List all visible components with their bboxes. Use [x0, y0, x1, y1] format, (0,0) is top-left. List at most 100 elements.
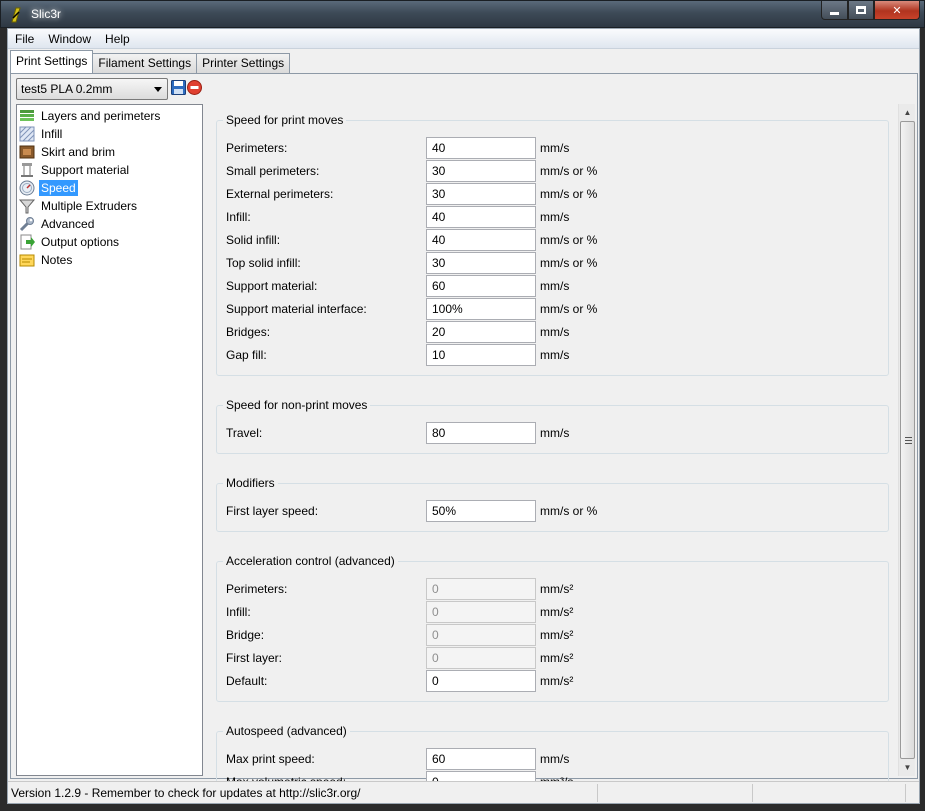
infill-acceleration-input: 0 [426, 601, 536, 623]
chevron-down-icon [154, 87, 162, 92]
scroll-up-button[interactable]: ▲ [899, 104, 916, 121]
external-perimeters-speed-input[interactable]: 30 [426, 183, 536, 205]
tab-print-settings[interactable]: Print Settings [10, 50, 94, 73]
scroll-down-button[interactable]: ▼ [899, 759, 916, 776]
setting-unit: mm/s [540, 348, 570, 362]
output-icon [20, 234, 35, 250]
sidebar-item-skirt[interactable]: Skirt and brim [19, 143, 117, 161]
sidebar-item-extruders[interactable]: Multiple Extruders [19, 197, 139, 215]
minimize-icon [830, 12, 839, 15]
setting-row: Support material interface: 100% mm/s or… [217, 298, 888, 320]
setting-label: First layer speed: [226, 504, 319, 518]
travel-speed-input[interactable]: 80 [426, 422, 536, 444]
funnel-icon [19, 199, 35, 214]
status-divider [905, 784, 906, 802]
save-icon[interactable] [171, 80, 186, 95]
setting-row: Default: 0 mm/s² [217, 670, 888, 692]
setting-label: Top solid infill: [226, 256, 301, 270]
sidebar-item-label: Layers and perimeters [41, 109, 161, 123]
setting-label: Perimeters: [226, 141, 288, 155]
setting-label: Perimeters: [226, 582, 288, 596]
grip-line [905, 440, 912, 441]
perimeter-acceleration-input: 0 [426, 578, 536, 600]
infill-speed-input[interactable]: 40 [426, 206, 536, 228]
setting-unit: mm/s² [540, 628, 574, 642]
status-bar: Version 1.2.9 - Remember to check for up… [8, 781, 919, 803]
bridges-speed-input[interactable]: 20 [426, 321, 536, 343]
perimeters-speed-input[interactable]: 40 [426, 137, 536, 159]
sidebar-item-support[interactable]: Support material [19, 161, 131, 179]
group-title: Autospeed (advanced) [223, 723, 350, 739]
setting-label: First layer: [226, 651, 283, 665]
setting-unit: mm/s² [540, 651, 574, 665]
default-acceleration-input[interactable]: 0 [426, 670, 536, 692]
setting-row: External perimeters: 30 mm/s or % [217, 183, 888, 205]
vertical-scrollbar[interactable]: ▲ ▼ [898, 104, 915, 776]
menu-file[interactable]: File [8, 29, 41, 49]
first-layer-speed-input[interactable]: 50% [426, 500, 536, 522]
setting-label: Solid infill: [226, 233, 281, 247]
setting-row: Infill: 40 mm/s [217, 206, 888, 228]
setting-row: Infill: 0 mm/s² [217, 601, 888, 623]
setting-unit: mm/s² [540, 582, 574, 596]
setting-unit: mm/s or % [540, 233, 598, 247]
sidebar-item-label: Notes [41, 253, 73, 267]
settings-content: Speed for print moves Perimeters: 40 mm/… [207, 104, 916, 802]
skirt-icon [19, 145, 35, 159]
bridge-acceleration-input: 0 [426, 624, 536, 646]
sidebar-item-layers[interactable]: Layers and perimeters [19, 107, 162, 125]
sidebar-item-output[interactable]: Output options [19, 233, 121, 251]
setting-row: Bridge: 0 mm/s² [217, 624, 888, 646]
window-client: File Window Help Print Settings Filament… [7, 28, 920, 804]
minimize-button[interactable] [821, 1, 848, 20]
sidebar-item-label: Multiple Extruders [41, 199, 138, 213]
setting-label: Bridges: [226, 325, 271, 339]
sidebar-item-notes[interactable]: Notes [19, 251, 74, 269]
setting-unit: mm/s or % [540, 256, 598, 270]
group-title: Speed for print moves [223, 112, 347, 128]
gap-fill-speed-input[interactable]: 10 [426, 344, 536, 366]
status-divider [752, 784, 753, 802]
small-perimeters-speed-input[interactable]: 30 [426, 160, 536, 182]
setting-row: Perimeters: 40 mm/s [217, 137, 888, 159]
preset-dropdown[interactable]: test5 PLA 0.2mm [16, 78, 168, 100]
setting-row: First layer: 0 mm/s² [217, 647, 888, 669]
setting-label: Support material: [226, 279, 318, 293]
support-icon [21, 163, 33, 177]
delete-icon[interactable] [187, 80, 202, 95]
menu-window[interactable]: Window [41, 29, 98, 49]
tab-printer-settings[interactable]: Printer Settings [196, 53, 291, 73]
solid-infill-speed-input[interactable]: 40 [426, 229, 536, 251]
settings-tabs: Print Settings Filament Settings Printer… [10, 50, 291, 73]
menu-help[interactable]: Help [98, 29, 137, 49]
tab-filament-settings[interactable]: Filament Settings [92, 53, 198, 73]
setting-label: Max print speed: [226, 752, 315, 766]
max-print-speed-input[interactable]: 60 [426, 748, 536, 770]
setting-unit: mm/s [540, 279, 570, 293]
sidebar-item-label: Support material [41, 163, 130, 177]
sidebar-item-infill[interactable]: Infill [19, 125, 64, 143]
sidebar-item-advanced[interactable]: Advanced [19, 215, 96, 233]
sidebar-item-speed[interactable]: Speed [19, 179, 78, 197]
support-material-speed-input[interactable]: 60 [426, 275, 536, 297]
tab-panel: test5 PLA 0.2mm Layers and perimeters In… [10, 73, 918, 802]
sidebar-item-label: Speed [39, 180, 78, 196]
maximize-button[interactable] [848, 1, 874, 20]
settings-page-list: Layers and perimeters Infill Skirt and b… [16, 104, 203, 776]
title-bar: Slic3r ✕ [0, 0, 925, 28]
close-button[interactable]: ✕ [874, 1, 920, 20]
window-controls: ✕ [821, 1, 920, 21]
scroll-thumb[interactable] [900, 121, 915, 759]
top-solid-infill-speed-input[interactable]: 30 [426, 252, 536, 274]
support-interface-speed-input[interactable]: 100% [426, 298, 536, 320]
setting-label: Small perimeters: [226, 164, 320, 178]
status-divider [597, 784, 598, 802]
setting-unit: mm/s² [540, 674, 574, 688]
setting-unit: mm/s [540, 426, 570, 440]
notes-icon [19, 254, 35, 267]
group-modifiers: Modifiers First layer speed: 50% mm/s or… [216, 475, 889, 532]
slic3r-logo-icon [11, 7, 21, 23]
setting-row: Travel: 80 mm/s [217, 422, 888, 444]
setting-label: Default: [226, 674, 268, 688]
setting-row: Gap fill: 10 mm/s [217, 344, 888, 366]
